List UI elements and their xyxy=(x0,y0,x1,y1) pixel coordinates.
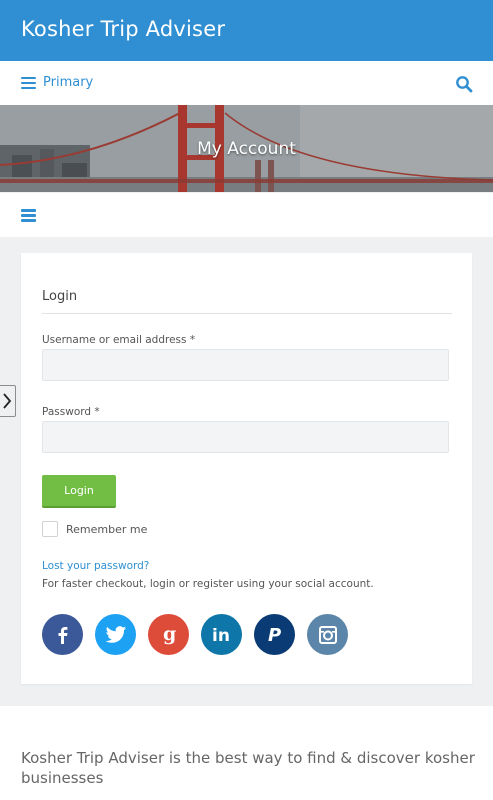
svg-text:in: in xyxy=(212,626,230,645)
site-header: Kosher Trip Adviser xyxy=(0,0,493,61)
primary-nav: Primary xyxy=(0,61,493,106)
svg-text:P: P xyxy=(268,625,281,646)
twitter-login-button[interactable] xyxy=(95,614,136,655)
sidebar-toggle[interactable] xyxy=(0,385,16,417)
hamburger-icon xyxy=(21,209,36,222)
google-login-button[interactable]: g xyxy=(148,614,189,655)
login-card: Login Username or email address * Passwo… xyxy=(21,253,472,684)
remember-me[interactable]: Remember me xyxy=(42,521,147,537)
username-field[interactable] xyxy=(42,349,449,381)
svg-text:g: g xyxy=(163,624,176,645)
username-label: Username or email address * xyxy=(42,334,196,346)
login-heading: Login xyxy=(42,289,78,304)
facebook-login-button[interactable] xyxy=(42,614,83,655)
primary-menu-label: Primary xyxy=(43,75,94,90)
site-title[interactable]: Kosher Trip Adviser xyxy=(21,17,225,41)
instagram-login-button[interactable] xyxy=(307,614,348,655)
social-login-buttons: g in P xyxy=(42,614,360,655)
chevron-right-icon xyxy=(3,393,12,409)
facebook-icon xyxy=(58,626,67,644)
remember-me-checkbox[interactable] xyxy=(42,521,58,537)
linkedin-icon: in xyxy=(212,626,230,645)
lost-password-link[interactable]: Lost your password? xyxy=(42,560,149,572)
hamburger-icon xyxy=(21,76,36,89)
footer-tagline: Kosher Trip Adviser is the best way to f… xyxy=(21,749,475,787)
primary-menu-toggle[interactable]: Primary xyxy=(21,75,93,90)
password-label: Password * xyxy=(42,406,100,418)
paypal-icon: P xyxy=(268,625,281,646)
instagram-icon xyxy=(318,625,337,644)
secondary-menu-toggle[interactable] xyxy=(21,209,36,222)
password-field[interactable] xyxy=(42,421,449,453)
social-login-note: For faster checkout, login or register u… xyxy=(42,578,374,590)
secondary-nav xyxy=(0,193,493,237)
page-title: My Account xyxy=(197,139,296,159)
login-button[interactable]: Login xyxy=(42,475,116,508)
google-icon: g xyxy=(163,624,176,645)
search-icon[interactable] xyxy=(455,75,473,93)
linkedin-login-button[interactable]: in xyxy=(201,614,242,655)
paypal-login-button[interactable]: P xyxy=(254,614,295,655)
remember-me-label: Remember me xyxy=(66,522,148,536)
divider xyxy=(42,313,452,314)
site-footer: Kosher Trip Adviser is the best way to f… xyxy=(0,706,493,800)
twitter-icon xyxy=(104,625,126,643)
page-banner: My Account xyxy=(0,105,493,192)
